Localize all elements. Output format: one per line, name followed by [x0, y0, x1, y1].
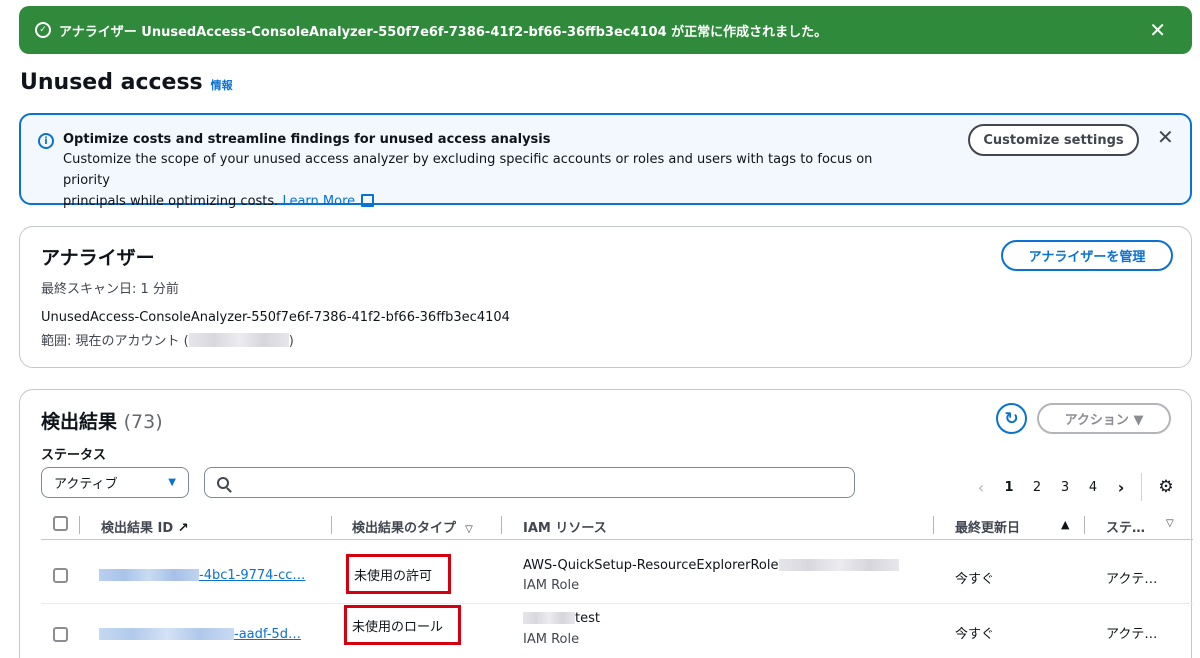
finding-id-suffix: -4bc1-9774-cc… [199, 568, 306, 583]
table-header: 検出結果 ID ↗ 検出結果のタイプ ▽ IAM リソース 最終更新日 ▲ ステ… [41, 510, 1193, 540]
resource-name-text: AWS-QuickSetup-ResourceExplorerRole [523, 558, 779, 573]
sort-ascending-icon: ▲ [1061, 518, 1070, 531]
prev-page-icon[interactable]: ‹ [967, 478, 995, 497]
header-divider [79, 516, 80, 534]
next-page-icon[interactable]: › [1107, 478, 1135, 497]
last-updated: 今すぐ [955, 627, 995, 642]
finding-id-suffix: -aadf-5d… [234, 627, 301, 642]
sort-icon: ▽ [1166, 518, 1174, 529]
customize-settings-button[interactable]: Customize settings [968, 124, 1139, 156]
check-circle-icon: ✓ [35, 22, 51, 38]
alert-text-line2-body: principals while optimizing costs. [63, 194, 279, 209]
finding-id-link[interactable]: -4bc1-9774-cc… [99, 568, 305, 583]
findings-heading-text: 検出結果 [41, 411, 118, 433]
page-4[interactable]: 4 [1079, 480, 1107, 495]
alert-title: Optimize costs and streamline findings f… [63, 132, 551, 147]
status-select-value: アクティブ [54, 477, 118, 492]
finding-status: アクテ… [1106, 572, 1158, 587]
refresh-icon[interactable]: ↻ [996, 403, 1027, 434]
info-link[interactable]: 情報 [211, 77, 233, 93]
finding-type: 未使用のロール [352, 619, 444, 635]
external-link-icon: ↗ [177, 521, 189, 536]
col-header-id-label: 検出結果 ID [101, 521, 174, 536]
pager-divider [1141, 473, 1142, 501]
table-row: -aadf-5d… 未使用のロール test IAM Role 今すぐ アクテ… [41, 605, 1193, 658]
page-header: Unused access 情報 [20, 70, 233, 95]
sort-icon: ▽ [465, 524, 473, 535]
finding-id-link[interactable]: -aadf-5d… [99, 627, 301, 642]
info-icon: i [38, 133, 54, 149]
resource-type: IAM Role [523, 632, 580, 647]
finding-type: 未使用の許可 [354, 568, 433, 584]
header-divider [501, 516, 502, 534]
finding-type-highlight: 未使用のロール [344, 605, 461, 645]
analyzer-scope: 範囲: 現在のアカウント () [41, 330, 294, 349]
finding-status: アクテ… [1106, 627, 1158, 642]
col-header-status[interactable]: ステ… [1106, 517, 1145, 536]
page-1[interactable]: 1 [995, 480, 1023, 495]
last-scan-text: 最終スキャン日: 1 分前 [41, 282, 179, 297]
analyzer-container: アナライザー アナライザーを管理 最終スキャン日: 1 分前 UnusedAcc… [19, 226, 1192, 368]
header-divider [933, 516, 934, 534]
gear-icon[interactable]: ⚙ [1152, 477, 1180, 497]
redacted-suffix [778, 559, 899, 571]
select-all-checkbox[interactable] [53, 516, 68, 531]
actions-button[interactable]: アクション ▼ [1037, 403, 1171, 434]
findings-search-input[interactable] [204, 467, 855, 498]
status-label: ステータス [41, 448, 107, 463]
row-checkbox[interactable] [53, 627, 68, 642]
info-alert: i Optimize costs and streamline findings… [19, 113, 1192, 209]
flash-close-icon[interactable]: ✕ [1139, 20, 1176, 40]
last-updated: 今すぐ [955, 572, 995, 587]
col-header-resource[interactable]: IAM リソース [523, 517, 607, 536]
redacted-prefix [523, 612, 575, 624]
analyzer-heading: アナライザー [41, 247, 155, 269]
caret-down-icon: ▼ [168, 477, 176, 488]
findings-heading: 検出結果 (73) [41, 407, 163, 434]
learn-more-link[interactable]: Learn More [282, 194, 355, 209]
alert-text-line1: Customize the scope of your unused acces… [63, 152, 873, 188]
analyzer-name: UnusedAccess-ConsoleAnalyzer-550f7e6f-73… [41, 310, 510, 325]
resource-name: AWS-QuickSetup-ResourceExplorerRole [523, 558, 899, 573]
manage-analyzer-button[interactable]: アナライザーを管理 [1001, 240, 1173, 271]
flash-message: アナライザー UnusedAccess-ConsoleAnalyzer-550f… [59, 24, 828, 40]
finding-type-highlight: 未使用の許可 [346, 554, 451, 594]
resource-type: IAM Role [523, 578, 580, 593]
col-header-updated[interactable]: 最終更新日 [955, 517, 1020, 536]
search-icon [217, 476, 229, 489]
external-link-icon [361, 194, 375, 207]
page-title: Unused access [20, 70, 203, 95]
scope-suffix: ) [288, 334, 294, 349]
alert-close-icon[interactable]: ✕ [1157, 125, 1174, 149]
findings-count: (73) [123, 411, 163, 433]
header-divider [1084, 516, 1085, 534]
col-header-id[interactable]: 検出結果 ID ↗ [101, 517, 189, 536]
row-checkbox[interactable] [53, 568, 68, 583]
alert-text-line2: principals while optimizing costs. Learn… [63, 191, 923, 212]
resource-name: test [523, 611, 600, 626]
pagination: ‹ 1 2 3 4 › ⚙ [967, 473, 1180, 501]
page-3[interactable]: 3 [1051, 480, 1079, 495]
header-divider [331, 516, 332, 534]
redacted-account-id [188, 333, 289, 347]
status-select[interactable]: アクティブ ▼ [41, 467, 189, 498]
redacted-id [99, 628, 234, 640]
table-row: -4bc1-9774-cc… 未使用の許可 AWS-QuickSetup-Res… [41, 546, 1193, 604]
resource-name-text: test [575, 611, 600, 626]
col-header-type-label: 検出結果のタイプ [352, 521, 457, 536]
redacted-id [99, 569, 199, 581]
scope-prefix: 範囲: 現在のアカウント ( [41, 334, 189, 349]
page-2[interactable]: 2 [1023, 480, 1051, 495]
success-flashbar: ✓ アナライザー UnusedAccess-ConsoleAnalyzer-55… [19, 6, 1192, 54]
findings-container: 検出結果 (73) ↻ アクション ▼ ステータス アクティブ ▼ ‹ 1 2 3… [19, 389, 1193, 658]
col-header-type[interactable]: 検出結果のタイプ ▽ [352, 517, 473, 536]
